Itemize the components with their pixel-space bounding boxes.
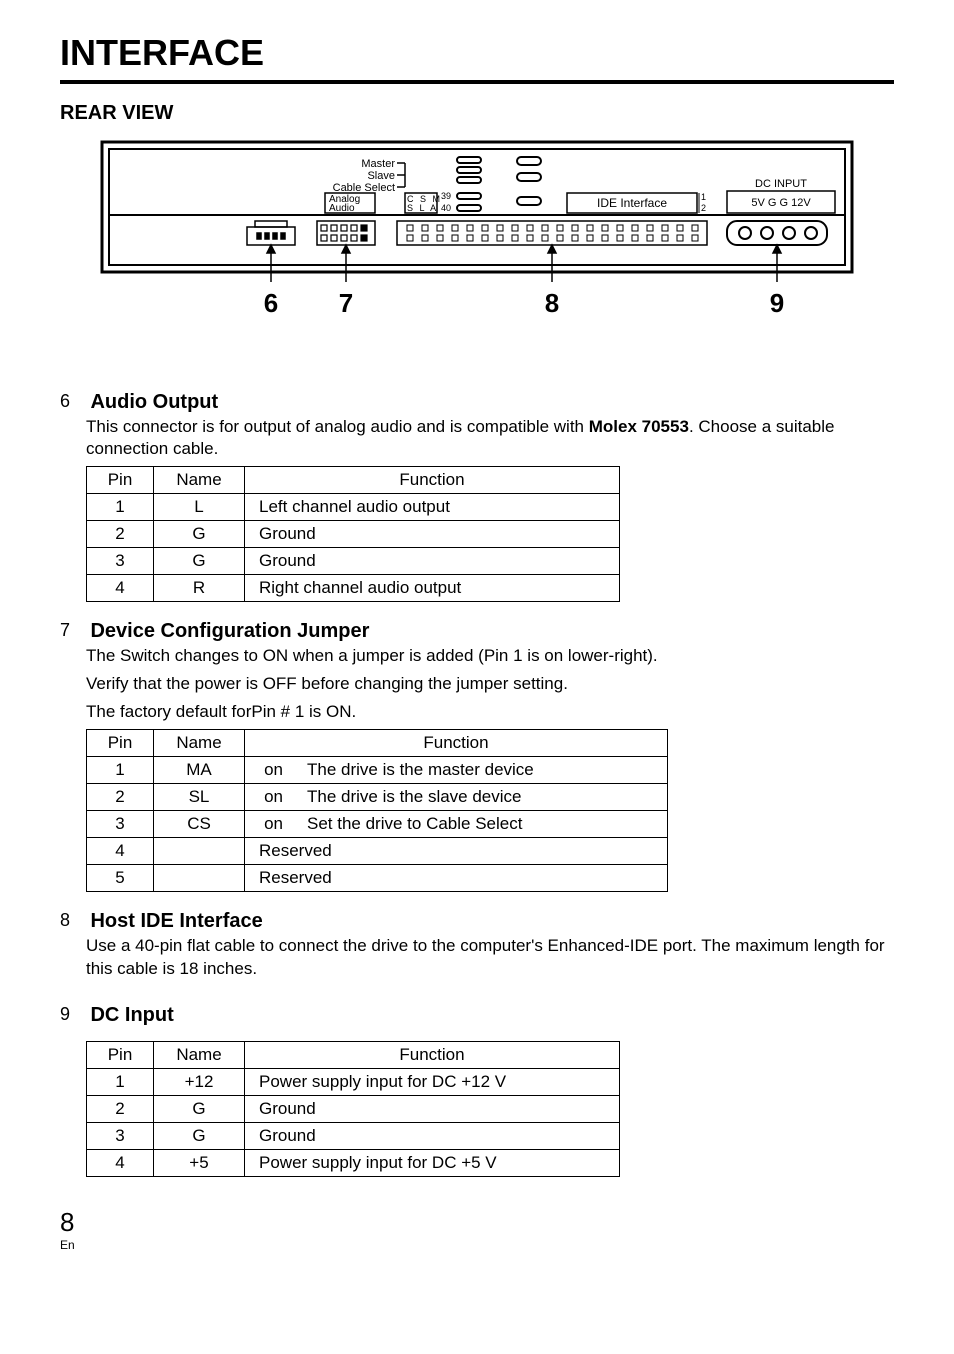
col-header: Function [245, 730, 668, 757]
section-8: 8 Host IDE Interface Use a 40-pin flat c… [60, 910, 894, 979]
section-7: 7 Device Configuration Jumper The Switch… [60, 620, 894, 892]
col-header: Name [154, 730, 245, 757]
svg-text:9: 9 [770, 288, 784, 318]
section-heading: Device Configuration Jumper [90, 620, 369, 642]
col-header: Pin [87, 730, 154, 757]
language-code: En [60, 1238, 894, 1252]
table-row: 4+5Power supply input for DC +5 V [87, 1149, 620, 1176]
svg-text:1: 1 [701, 192, 706, 202]
page-title: INTERFACE [60, 32, 894, 74]
svg-text:7: 7 [339, 288, 353, 318]
svg-text:6: 6 [264, 288, 278, 318]
col-header: Function [245, 467, 620, 494]
svg-text:40: 40 [441, 203, 451, 213]
svg-text:Audio: Audio [329, 203, 355, 214]
section-text: Verify that the power is OFF before chan… [86, 673, 894, 695]
section-text: The Switch changes to ON when a jumper i… [86, 645, 894, 667]
title-divider [60, 80, 894, 84]
svg-text:2: 2 [701, 203, 706, 213]
col-header: Name [154, 1041, 245, 1068]
section-text: The factory default forPin # 1 is ON. [86, 701, 894, 723]
section-heading: Host IDE Interface [90, 910, 262, 932]
col-header: Pin [87, 1041, 154, 1068]
section-heading: Audio Output [90, 391, 218, 413]
table-row: 1MAonThe drive is the master device [87, 757, 668, 784]
section-number: 9 [60, 1004, 86, 1025]
col-header: Function [245, 1041, 620, 1068]
table-row: 2SLonThe drive is the slave device [87, 784, 668, 811]
svg-text:39: 39 [441, 191, 451, 201]
section-number: 8 [60, 910, 86, 931]
col-header: Name [154, 467, 245, 494]
table-row: 1+12Power supply input for DC +12 V [87, 1068, 620, 1095]
svg-text:IDE Interface: IDE Interface [597, 196, 667, 210]
dc-input-table: Pin Name Function 1+12Power supply input… [86, 1041, 620, 1177]
svg-text:5V G G 12V: 5V G G 12V [751, 197, 811, 209]
section-subhead: REAR VIEW [60, 102, 894, 125]
section-9: 9 DC Input Pin Name Function 1+12Power s… [60, 1004, 894, 1177]
table-row: 2GGround [87, 521, 620, 548]
section-number: 7 [60, 620, 86, 641]
svg-text:DC INPUT: DC INPUT [755, 178, 807, 190]
table-row: 3GGround [87, 1122, 620, 1149]
section-6: 6 Audio Output This connector is for out… [60, 391, 894, 602]
svg-text:8: 8 [545, 288, 559, 318]
table-header-row: Pin Name Function [87, 467, 620, 494]
section-heading: DC Input [90, 1004, 173, 1026]
jumper-table: Pin Name Function 1MAonThe drive is the … [86, 729, 668, 892]
svg-text:Slave: Slave [367, 170, 395, 182]
section-text: Use a 40-pin flat cable to connect the d… [86, 935, 894, 979]
table-header-row: Pin Name Function [87, 1041, 620, 1068]
table-row: 4Reserved [87, 838, 668, 865]
table-row: 3CSonSet the drive to Cable Select [87, 811, 668, 838]
svg-text:Master: Master [361, 158, 395, 170]
table-row: 2GGround [87, 1095, 620, 1122]
svg-text:S L A: S L A [407, 203, 438, 213]
table-row: 1LLeft channel audio output [87, 494, 620, 521]
table-header-row: Pin Name Function [87, 730, 668, 757]
table-row: 5Reserved [87, 865, 668, 892]
audio-output-table: Pin Name Function 1LLeft channel audio o… [86, 466, 620, 602]
rear-view-diagram: Master Slave Cable Select Analog Audio C… [97, 137, 857, 367]
section-text: This connector is for output of analog a… [86, 416, 894, 460]
col-header: Pin [87, 467, 154, 494]
svg-text:Cable Select: Cable Select [333, 182, 395, 194]
table-row: 3GGround [87, 548, 620, 575]
table-row: 4RRight channel audio output [87, 575, 620, 602]
page-footer: 8 En [60, 1207, 894, 1252]
page-number: 8 [60, 1207, 894, 1238]
section-number: 6 [60, 391, 86, 412]
